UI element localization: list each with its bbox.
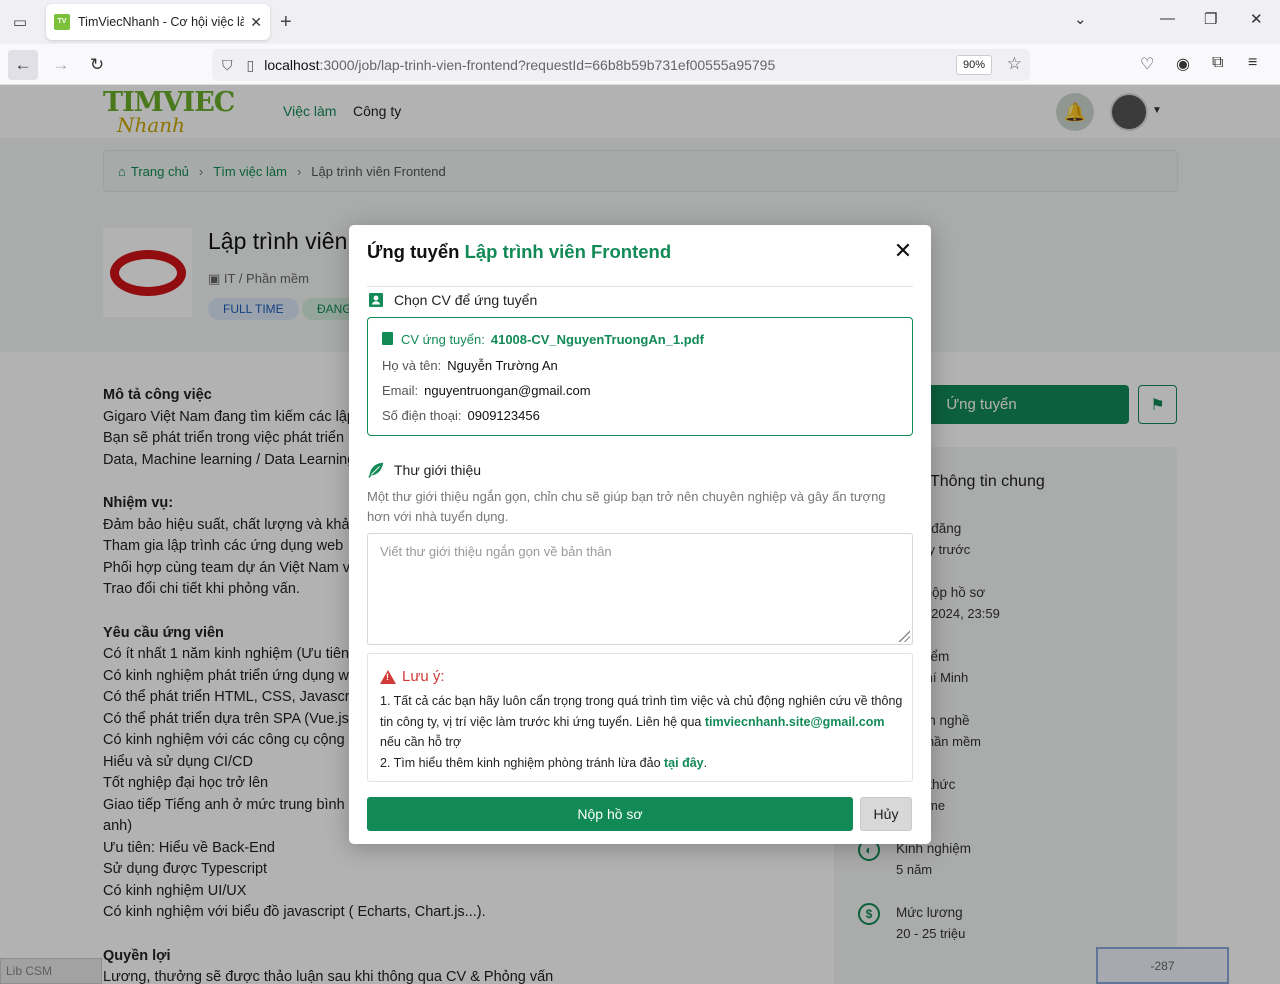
user-card-icon xyxy=(367,291,385,309)
note-text: 1. Tất cả các bạn hãy luôn cẩn trọng tro… xyxy=(380,691,904,773)
browser-navbar: ← → ↻ ⛉ ▯ localhost:3000/job/lap-trinh-v… xyxy=(0,44,1280,85)
divider xyxy=(367,286,913,287)
cancel-button[interactable]: Hủy xyxy=(860,797,912,831)
note-item-1: 1. Tất cả các bạn hãy luôn cẩn trọng tro… xyxy=(380,694,903,749)
pocket-icon[interactable]: ♡ xyxy=(1140,54,1154,74)
cv-card[interactable]: CV ứng tuyển: 41008-CV_NguyenTruongAn_1.p… xyxy=(367,317,913,436)
browser-tabbar: ▭ TV TimViecNhanh - Cơ hội việc làm ✕ + … xyxy=(0,0,1280,44)
close-icon[interactable]: ✕ xyxy=(891,239,915,263)
restore-icon[interactable]: ❐ xyxy=(1204,10,1217,28)
tab-overflow-chevron-icon[interactable]: ⌄ xyxy=(1074,10,1087,28)
apply-modal: Ứng tuyển Lập trình viên Frontend ✕ Chọn… xyxy=(349,225,931,844)
cover-letter-textarea[interactable] xyxy=(367,533,913,645)
browser-tab[interactable]: TV TimViecNhanh - Cơ hội việc làm ✕ xyxy=(46,4,270,40)
tab-close-icon[interactable]: ✕ xyxy=(250,14,262,31)
warning-icon xyxy=(380,669,396,684)
reload-icon[interactable]: ↻ xyxy=(82,50,112,80)
cv-phone-row: Số điện thoại: 0909123456 xyxy=(382,408,540,423)
menu-icon[interactable]: ≡ xyxy=(1248,54,1257,72)
intro-section-header: Thư giới thiệu xyxy=(367,461,481,479)
scam-tips-link[interactable]: tại đây xyxy=(664,756,704,770)
zoom-level[interactable]: 90% xyxy=(955,55,992,75)
cv-file-name: 41008-CV_NguyenTruongAn_1.pdf xyxy=(490,332,704,347)
new-tab-icon[interactable]: + xyxy=(280,10,292,34)
url-text[interactable]: localhost:3000/job/lap-trinh-vien-fronte… xyxy=(264,57,775,73)
note-item-2: 2. Tìm hiểu thêm kinh nghiệm phòng tránh… xyxy=(380,755,708,770)
modal-title: Ứng tuyển Lập trình viên Frontend xyxy=(367,241,672,262)
tracking-shield-icon[interactable]: ⛉ xyxy=(222,57,233,74)
cv-file-row[interactable]: CV ứng tuyển: 41008-CV_NguyenTruongAn_1.p… xyxy=(382,332,704,347)
forward-icon[interactable]: → xyxy=(46,50,76,80)
back-icon[interactable]: ← xyxy=(8,50,38,80)
tab-list-icon[interactable]: ▭ xyxy=(8,10,32,34)
url-bar[interactable]: ⛉ ▯ localhost:3000/job/lap-trinh-vien-fr… xyxy=(212,49,1030,81)
minimize-icon[interactable]: — xyxy=(1160,10,1175,27)
submit-application-button[interactable]: Nộp hồ sơ xyxy=(367,797,853,831)
account-icon[interactable]: ◉ xyxy=(1176,54,1190,74)
tab-title: TimViecNhanh - Cơ hội việc làm xyxy=(78,15,245,29)
cv-email-row: Email: nguyentruongan@gmail.com xyxy=(382,383,591,398)
cv-name-row: Họ và tên: Nguyễn Trường An xyxy=(382,358,558,373)
extensions-icon[interactable]: ⧉ xyxy=(1212,54,1223,72)
tab-favicon-icon: TV xyxy=(54,14,70,30)
intro-hint: Một thư giới thiệu ngắn gọn, chỉn chu sẽ… xyxy=(367,489,886,524)
file-icon xyxy=(382,332,393,345)
note-title: Lưu ý: xyxy=(380,668,445,685)
note-box: Lưu ý: 1. Tất cả các bạn hãy luôn cẩn tr… xyxy=(367,653,913,782)
bookmark-star-icon[interactable]: ☆ xyxy=(1007,54,1022,74)
page-info-icon[interactable]: ▯ xyxy=(247,57,255,74)
resize-grip-icon[interactable] xyxy=(897,629,910,642)
feather-icon xyxy=(367,461,385,479)
support-email-link[interactable]: timviecnhanh.site@gmail.com xyxy=(705,715,885,729)
cv-section-header: Chọn CV để ứng tuyển xyxy=(367,291,537,309)
window-close-icon[interactable]: ✕ xyxy=(1250,10,1263,28)
